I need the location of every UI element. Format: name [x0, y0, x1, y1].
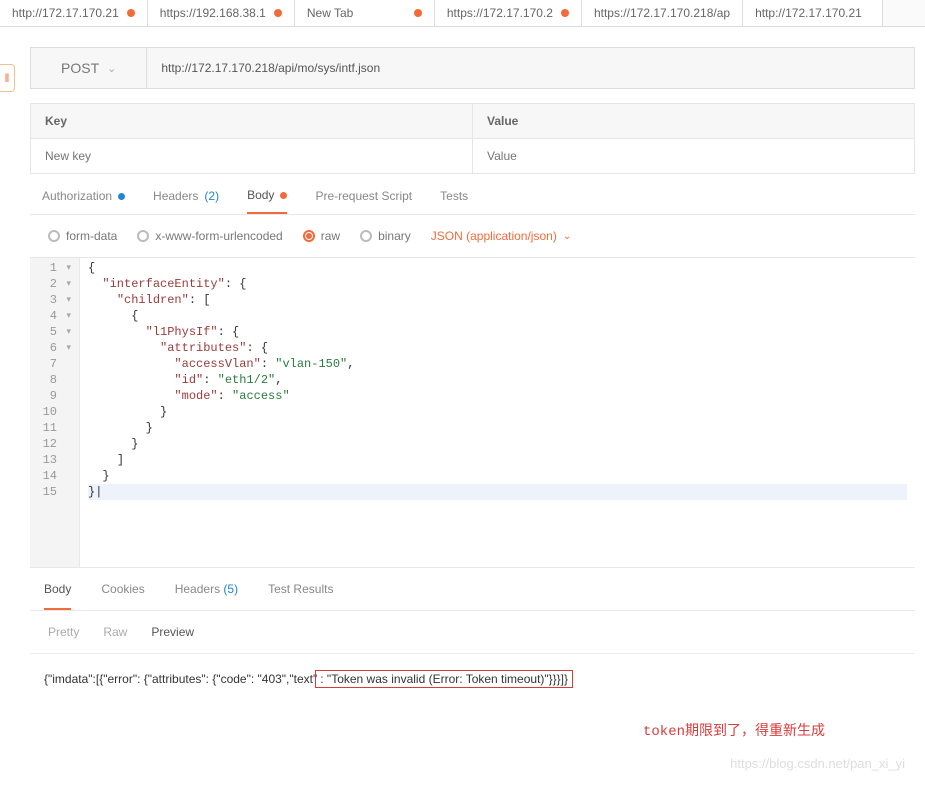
- watermark: https://blog.csdn.net/pan_xi_yi: [20, 748, 925, 791]
- dot-icon: [118, 193, 125, 200]
- response-text-prefix: {"imdata":[{"error": {"attributes": {"co…: [44, 672, 317, 686]
- browser-tab-label: http://172.17.170.21: [755, 6, 862, 20]
- dot-icon: [280, 192, 287, 199]
- browser-tab-strip: http://172.17.170.21 https://192.168.38.1…: [0, 0, 925, 27]
- line-number: 12: [40, 436, 75, 452]
- browser-tab[interactable]: https://172.17.170.218/ap: [582, 0, 743, 26]
- code-line: {: [88, 309, 138, 323]
- tab-tests[interactable]: Tests: [440, 188, 468, 214]
- resp-tab-cookies[interactable]: Cookies: [101, 582, 144, 610]
- line-number: 1: [40, 260, 75, 276]
- body-type-selector: form-data x-www-form-urlencoded raw bina…: [30, 215, 915, 257]
- line-number: 13: [40, 452, 75, 468]
- code-line: "children": [: [88, 293, 210, 307]
- response-section-tabs: Body Cookies Headers (5) Test Results: [30, 567, 915, 611]
- browser-tab-label: https://192.168.38.1: [160, 6, 266, 20]
- params-value-header: Value: [473, 104, 914, 138]
- radio-icon: [48, 230, 60, 242]
- line-number: 9: [40, 388, 75, 404]
- line-number: 15: [40, 484, 75, 500]
- browser-tab[interactable]: http://172.17.170.21: [0, 0, 148, 26]
- browser-tab[interactable]: https://192.168.38.1: [148, 0, 295, 26]
- tab-authorization[interactable]: Authorization: [42, 188, 125, 214]
- view-tab-preview[interactable]: Preview: [151, 625, 194, 639]
- radio-icon: [360, 230, 372, 242]
- param-value-input[interactable]: [487, 149, 900, 163]
- params-header-row: Key Value: [30, 103, 915, 139]
- radio-form-data[interactable]: form-data: [48, 229, 117, 243]
- radio-raw[interactable]: raw: [303, 229, 340, 243]
- code-line: }: [88, 437, 138, 451]
- modified-dot-icon: [274, 9, 282, 17]
- chevron-down-icon: ⌄: [563, 231, 571, 242]
- line-number: 14: [40, 468, 75, 484]
- request-bar: POST ⌄: [30, 47, 915, 89]
- code-line: "id": "eth1/2",: [88, 373, 282, 387]
- line-number: 8: [40, 372, 75, 388]
- resp-tab-test-results[interactable]: Test Results: [268, 582, 333, 610]
- radio-icon: [137, 230, 149, 242]
- param-key-input[interactable]: [45, 149, 458, 163]
- response-error-highlight: : "Token was invalid (Error: Token timeo…: [315, 670, 573, 688]
- params-row: [30, 139, 915, 174]
- browser-tab[interactable]: http://172.17.170.21: [743, 0, 883, 26]
- code-line: }|: [88, 484, 907, 500]
- line-number: 6: [40, 340, 75, 356]
- modified-dot-icon: [414, 9, 422, 17]
- radio-binary[interactable]: binary: [360, 229, 411, 243]
- tab-pre-request-script[interactable]: Pre-request Script: [315, 188, 412, 214]
- modified-dot-icon: [127, 9, 135, 17]
- code-line: "accessVlan": "vlan-150",: [88, 357, 354, 371]
- code-line: }: [88, 469, 110, 483]
- view-tab-pretty[interactable]: Pretty: [48, 625, 79, 639]
- tab-body[interactable]: Body: [247, 188, 287, 214]
- view-tab-raw[interactable]: Raw: [103, 625, 127, 639]
- code-line: {: [88, 261, 95, 275]
- code-line: }: [88, 405, 167, 419]
- editor-code[interactable]: { "interfaceEntity": { "children": [ { "…: [80, 258, 915, 567]
- code-line: ]: [88, 453, 124, 467]
- line-number: 11: [40, 420, 75, 436]
- radio-urlencoded[interactable]: x-www-form-urlencoded: [137, 229, 282, 243]
- browser-tab[interactable]: https://172.17.170.2: [435, 0, 582, 26]
- browser-tab-label: https://172.17.170.218/ap: [594, 6, 730, 20]
- main-panel: POST ⌄ Key Value Authorization Headers (…: [20, 27, 925, 791]
- editor-gutter: 123456789101112131415: [30, 258, 80, 567]
- response-body: {"imdata":[{"error": {"attributes": {"co…: [30, 654, 915, 704]
- line-number: 4: [40, 308, 75, 324]
- browser-tab-label: New Tab: [307, 6, 353, 20]
- params-key-header: Key: [31, 104, 473, 138]
- browser-tab-label: http://172.17.170.21: [12, 6, 119, 20]
- tab-headers[interactable]: Headers (2): [153, 188, 219, 214]
- code-line: "attributes": {: [88, 341, 268, 355]
- code-line: }: [88, 421, 153, 435]
- annotation-text: token期限到了，得重新生成: [20, 704, 925, 748]
- http-method-dropdown[interactable]: POST ⌄: [31, 48, 147, 88]
- modified-dot-icon: [561, 9, 569, 17]
- request-url-input[interactable]: [147, 48, 914, 88]
- http-method-label: POST: [61, 60, 99, 76]
- resp-tab-body[interactable]: Body: [44, 582, 71, 610]
- sidebar-toggle-handle[interactable]: ‖: [0, 64, 15, 92]
- line-number: 7: [40, 356, 75, 372]
- browser-tab[interactable]: New Tab: [295, 0, 435, 26]
- line-number: 5: [40, 324, 75, 340]
- line-number: 2: [40, 276, 75, 292]
- body-editor[interactable]: 123456789101112131415 { "interfaceEntity…: [30, 257, 915, 567]
- code-line: "l1PhysIf": {: [88, 325, 239, 339]
- content-type-dropdown[interactable]: JSON (application/json) ⌄: [431, 229, 571, 243]
- resp-tab-headers[interactable]: Headers (5): [175, 582, 238, 610]
- request-section-tabs: Authorization Headers (2) Body Pre-reque…: [30, 174, 915, 215]
- line-number: 10: [40, 404, 75, 420]
- response-view-tabs: Pretty Raw Preview: [30, 611, 915, 654]
- radio-icon: [303, 230, 315, 242]
- chevron-down-icon: ⌄: [107, 62, 116, 75]
- line-number: 3: [40, 292, 75, 308]
- browser-tab-label: https://172.17.170.2: [447, 6, 553, 20]
- code-line: "mode": "access": [88, 389, 290, 403]
- code-line: "interfaceEntity": {: [88, 277, 246, 291]
